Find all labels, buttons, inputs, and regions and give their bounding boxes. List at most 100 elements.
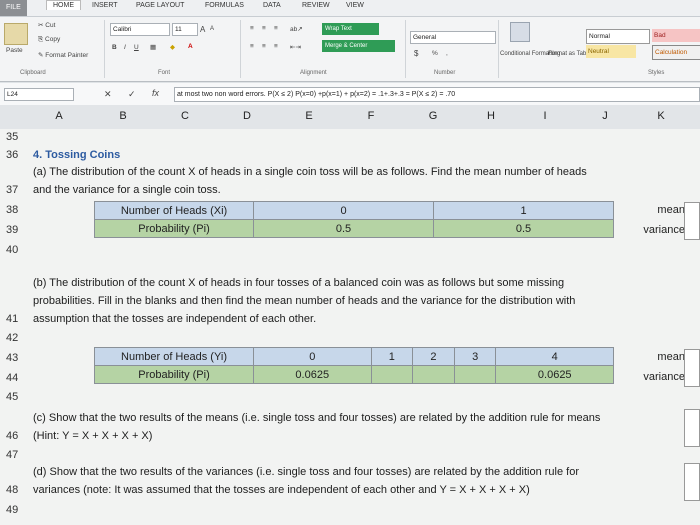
align-bottom-icon[interactable]: ≡ bbox=[274, 25, 278, 32]
answer-cell[interactable] bbox=[684, 463, 700, 501]
fill-color-icon[interactable]: ◆ bbox=[170, 43, 175, 51]
column-header-g[interactable]: G bbox=[418, 110, 448, 122]
column-header-i[interactable]: I bbox=[530, 110, 560, 122]
paste-icon[interactable] bbox=[4, 23, 28, 45]
row-header[interactable]: 47 bbox=[6, 449, 18, 461]
indent-icon[interactable]: ⇤⇥ bbox=[290, 43, 301, 51]
row-header[interactable]: 45 bbox=[6, 391, 18, 403]
tab-view[interactable]: VIEW bbox=[346, 2, 364, 9]
table-cell[interactable] bbox=[453, 365, 497, 384]
style-normal[interactable]: Normal bbox=[586, 29, 650, 44]
formula-input[interactable]: at most two non word errors. P(X ≤ 2) P(… bbox=[174, 87, 700, 102]
row-header[interactable]: 43 bbox=[6, 352, 18, 364]
column-header-e[interactable]: E bbox=[294, 110, 324, 122]
borders-icon[interactable]: ▦ bbox=[150, 43, 156, 51]
column-header-a[interactable]: A bbox=[44, 110, 74, 122]
wrap-text-label: Wrap Text bbox=[325, 26, 352, 32]
tab-insert[interactable]: INSERT bbox=[92, 2, 118, 9]
table-cell[interactable]: 3 bbox=[453, 347, 497, 366]
column-header-k[interactable]: K bbox=[646, 110, 676, 122]
align-top-icon[interactable]: ≡ bbox=[250, 25, 254, 32]
column-header-j[interactable]: J bbox=[590, 110, 620, 122]
row-header[interactable]: 37 bbox=[6, 184, 18, 196]
row-header[interactable]: 41 bbox=[6, 313, 18, 325]
column-header-f[interactable]: F bbox=[356, 110, 386, 122]
insert-function-icon[interactable]: fx bbox=[152, 88, 159, 98]
table-cell[interactable]: 0 bbox=[253, 201, 434, 220]
underline-button[interactable]: U bbox=[134, 44, 139, 51]
name-box[interactable]: L24 bbox=[4, 88, 74, 101]
column-header-b[interactable]: B bbox=[108, 110, 138, 122]
paste-button[interactable]: Paste bbox=[6, 47, 23, 54]
row-header[interactable]: 44 bbox=[6, 372, 18, 384]
align-right-icon[interactable]: ≡ bbox=[274, 43, 278, 50]
table-cell[interactable]: 0 bbox=[253, 347, 372, 366]
row-header[interactable]: 40 bbox=[6, 244, 18, 256]
number-format-select[interactable]: General bbox=[410, 31, 496, 44]
comma-button[interactable]: , bbox=[446, 50, 448, 57]
align-center-icon[interactable]: ≡ bbox=[262, 43, 266, 50]
column-header-c[interactable]: C bbox=[170, 110, 200, 122]
align-middle-icon[interactable]: ≡ bbox=[262, 25, 266, 32]
bold-button[interactable]: B bbox=[112, 44, 117, 51]
row-header[interactable]: 48 bbox=[6, 484, 18, 496]
worksheet[interactable]: 35 36 37 38 39 40 41 42 43 44 45 46 47 4… bbox=[0, 129, 700, 525]
tab-home[interactable]: HOME bbox=[46, 0, 81, 10]
column-header-h[interactable]: H bbox=[476, 110, 506, 122]
merge-center-button[interactable]: Merge & Center bbox=[322, 40, 395, 52]
shrink-font-button[interactable]: A bbox=[210, 26, 214, 32]
align-left-icon[interactable]: ≡ bbox=[250, 43, 254, 50]
table-cell[interactable] bbox=[412, 365, 455, 384]
copy-button[interactable]: ⎘ Copy bbox=[38, 36, 60, 44]
table-cell[interactable]: 1 bbox=[433, 201, 614, 220]
conditional-formatting-icon[interactable] bbox=[510, 22, 530, 42]
tab-formulas[interactable]: FORMULAS bbox=[205, 2, 244, 9]
table-cell[interactable]: 2 bbox=[412, 347, 455, 366]
currency-button[interactable]: $ bbox=[414, 49, 418, 58]
style-bad[interactable]: Bad bbox=[652, 29, 700, 42]
orientation-icon[interactable]: ab↗ bbox=[290, 25, 303, 33]
row-header[interactable]: 46 bbox=[6, 430, 18, 442]
format-table-button[interactable]: Format as Table bbox=[548, 51, 591, 57]
table-cell[interactable]: 0.0625 bbox=[495, 365, 614, 384]
table-cell[interactable] bbox=[370, 365, 414, 384]
table-cell[interactable]: 0.5 bbox=[433, 219, 614, 238]
ribbon: Paste ✂ Cut ⎘ Copy ✎ Format Painter Clip… bbox=[0, 17, 700, 82]
tab-review[interactable]: REVIEW bbox=[302, 2, 330, 9]
row-header[interactable]: 36 bbox=[6, 149, 18, 161]
italic-button[interactable]: I bbox=[124, 44, 126, 51]
table-cell[interactable]: Probability (Pi) bbox=[94, 219, 254, 238]
row-header[interactable]: 35 bbox=[6, 131, 18, 143]
table-cell[interactable]: 0.5 bbox=[253, 219, 434, 238]
table-cell[interactable]: 1 bbox=[370, 347, 414, 366]
font-color-icon[interactable]: A bbox=[188, 43, 193, 50]
row-header[interactable]: 42 bbox=[6, 332, 18, 344]
style-calculation[interactable]: Calculation bbox=[652, 45, 700, 60]
enter-icon[interactable]: ✓ bbox=[128, 89, 136, 100]
column-header-d[interactable]: D bbox=[232, 110, 262, 122]
cut-button[interactable]: ✂ Cut bbox=[38, 21, 55, 29]
tab-data[interactable]: DATA bbox=[263, 2, 281, 9]
grow-font-button[interactable]: A bbox=[200, 25, 205, 34]
tab-page-layout[interactable]: PAGE LAYOUT bbox=[136, 2, 184, 9]
format-painter-button[interactable]: ✎ Format Painter bbox=[38, 51, 88, 59]
font-name-select[interactable]: Calibri bbox=[110, 23, 170, 36]
tab-file[interactable]: FILE bbox=[0, 0, 27, 16]
percent-button[interactable]: % bbox=[432, 50, 438, 57]
table-cell[interactable]: 0.0625 bbox=[253, 365, 372, 384]
style-neutral[interactable]: Neutral bbox=[586, 45, 636, 58]
answer-cell[interactable] bbox=[684, 202, 700, 240]
row-header[interactable]: 49 bbox=[6, 504, 18, 516]
answer-cell[interactable] bbox=[684, 349, 700, 387]
table-cell[interactable]: 4 bbox=[495, 347, 614, 366]
wrap-text-button[interactable]: Wrap Text bbox=[322, 23, 379, 35]
table-cell[interactable]: Number of Heads (Yi) bbox=[94, 347, 254, 366]
select-all-corner[interactable] bbox=[0, 105, 30, 129]
table-cell[interactable]: Probability (Pi) bbox=[94, 365, 254, 384]
cancel-icon[interactable]: ✕ bbox=[104, 89, 112, 100]
row-header[interactable]: 38 bbox=[6, 204, 18, 216]
font-size-select[interactable]: 11 bbox=[172, 23, 198, 36]
table-cell[interactable]: Number of Heads (Xi) bbox=[94, 201, 254, 220]
answer-cell[interactable] bbox=[684, 409, 700, 447]
row-header[interactable]: 39 bbox=[6, 224, 18, 236]
